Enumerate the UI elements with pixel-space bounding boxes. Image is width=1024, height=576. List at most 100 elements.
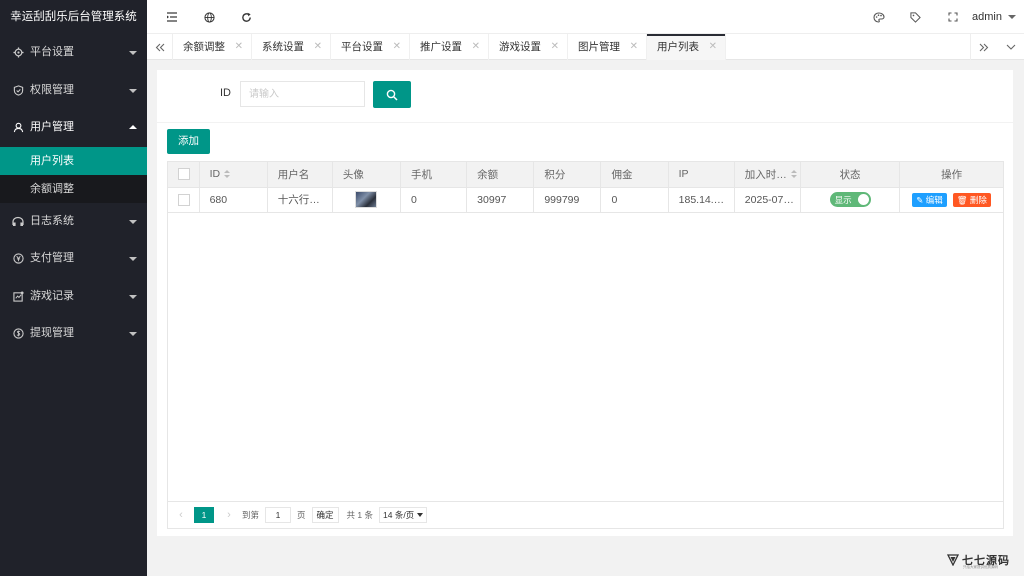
theme-palette-icon[interactable] xyxy=(867,0,891,34)
cell-status: 显示 xyxy=(800,187,901,213)
chevron-down-icon xyxy=(129,51,137,55)
chevron-down-icon xyxy=(129,332,137,336)
divider xyxy=(157,122,1013,123)
close-icon[interactable]: ✕ xyxy=(551,34,559,60)
tab-label: 用户列表 xyxy=(657,41,699,53)
tag-icon[interactable] xyxy=(903,0,927,34)
cell-commission: 0 xyxy=(600,187,669,213)
close-icon[interactable]: ✕ xyxy=(314,34,322,60)
menu-fold-icon[interactable] xyxy=(160,0,184,34)
sidebar-item-label: 游戏记录 xyxy=(30,289,74,302)
edit-button[interactable]: ✎ 编辑 xyxy=(912,192,947,207)
tab-label: 图片管理 xyxy=(578,41,620,53)
next-page-icon[interactable]: › xyxy=(222,507,236,523)
search-id-label: ID xyxy=(220,87,231,99)
sidebar-item-user-management[interactable]: 用户管理 xyxy=(0,109,147,147)
toggle-knob xyxy=(857,194,869,205)
tab-label: 推广设置 xyxy=(420,41,462,53)
tab-promotion-settings[interactable]: 推广设置 ✕ xyxy=(410,34,489,60)
tab-balance-adjust[interactable]: 余额调整 ✕ xyxy=(173,34,252,60)
search-id-input[interactable] xyxy=(240,81,365,107)
sidebar-item-log-system[interactable]: 日志系统 xyxy=(0,203,147,241)
refresh-icon[interactable] xyxy=(234,0,258,34)
user-menu[interactable]: admin xyxy=(972,0,1002,34)
sort-icon[interactable] xyxy=(790,170,797,179)
goto-confirm-button[interactable]: 确定 xyxy=(311,507,339,523)
tab-menu-chevron-down-icon[interactable] xyxy=(998,34,1024,60)
close-icon[interactable]: ✕ xyxy=(393,34,401,60)
column-header-joined[interactable]: 加入时… xyxy=(734,162,801,188)
sidebar: 幸运刮刮乐后台管理系统 平台设置 权限管理 用户管理 用户列表 余额调整 日志系… xyxy=(0,0,147,576)
sidebar-item-label: 支付管理 xyxy=(30,252,74,264)
tab-user-list[interactable]: 用户列表 ✕ xyxy=(647,34,726,60)
close-icon[interactable]: ✕ xyxy=(235,34,243,60)
sidebar-subitem-balance-adjust[interactable]: 余额调整 xyxy=(0,175,147,203)
sidebar-item-label: 用户管理 xyxy=(30,121,74,133)
payment-icon xyxy=(12,240,24,278)
delete-button[interactable]: 🗑 删除 xyxy=(952,192,991,207)
search-icon xyxy=(386,89,398,101)
sidebar-item-game-records[interactable]: 游戏记录 xyxy=(0,278,147,316)
column-header-id[interactable]: ID xyxy=(199,162,268,188)
fullscreen-icon[interactable] xyxy=(941,0,965,34)
sidebar-item-label: 平台设置 xyxy=(30,46,74,58)
select-all-checkbox[interactable] xyxy=(178,168,190,181)
top-header: admin xyxy=(147,0,1024,34)
tab-image-management[interactable]: 图片管理 ✕ xyxy=(568,34,647,60)
column-header-avatar: 头像 xyxy=(332,162,402,188)
tab-list: 余额调整 ✕ 系统设置 ✕ 平台设置 ✕ 推广设置 ✕ 游戏设置 ✕ 图片管理 ✕ 用户列表… xyxy=(173,34,726,60)
watermark-logo: 七七源码 只给大家提供优质源码 xyxy=(947,552,1010,569)
avatar[interactable] xyxy=(355,191,378,208)
column-header-status: 状态 xyxy=(800,162,901,188)
chevron-down-icon xyxy=(129,88,137,93)
cell-username: 十六行… xyxy=(267,187,333,213)
delete-label: 删除 xyxy=(969,194,987,205)
add-button[interactable]: 添加 xyxy=(167,129,210,154)
column-header-actions: 操作 xyxy=(899,162,1003,188)
sidebar-item-withdrawals[interactable]: 提现管理 xyxy=(0,315,147,353)
close-icon[interactable]: ✕ xyxy=(709,34,717,60)
page-current[interactable]: 1 xyxy=(194,507,214,523)
chevron-down-icon xyxy=(129,257,137,261)
tab-label: 余额调整 xyxy=(183,41,225,53)
column-header-phone: 手机 xyxy=(400,162,468,188)
pagination: ‹ 1 › 到第 页 确定 共 1 条 14 条/页 xyxy=(168,501,1003,528)
page-unit-label: 页 xyxy=(297,510,306,520)
tab-scroll-left-icon[interactable] xyxy=(147,34,173,60)
sidebar-item-label: 日志系统 xyxy=(30,214,74,227)
row-checkbox[interactable] xyxy=(178,193,190,206)
sidebar-item-payment[interactable]: 支付管理 xyxy=(0,240,147,278)
table-row: 680 十六行… 0 30997 999799 0 185.14.… 2025-… xyxy=(168,187,1003,213)
search-button[interactable] xyxy=(373,81,411,108)
cell-id: 680 xyxy=(199,187,268,213)
cell-avatar xyxy=(332,187,402,213)
column-header-username: 用户名 xyxy=(267,162,333,188)
goto-label: 到第 xyxy=(242,510,260,520)
cell-actions: ✎ 编辑 🗑 删除 xyxy=(899,187,1003,213)
tab-label: 平台设置 xyxy=(341,41,383,53)
chevron-down-icon xyxy=(417,513,424,517)
pencil-icon: ✎ xyxy=(916,194,924,205)
tab-system-settings[interactable]: 系统设置 ✕ xyxy=(252,34,331,60)
column-header-balance: 余额 xyxy=(466,162,535,188)
app-title: 幸运刮刮乐后台管理系统 xyxy=(0,0,147,34)
goto-page-input[interactable] xyxy=(265,507,292,523)
sidebar-item-permissions[interactable]: 权限管理 xyxy=(0,72,147,110)
chevron-up-icon xyxy=(129,125,137,129)
total-count: 共 1 条 xyxy=(346,510,373,520)
sort-icon[interactable] xyxy=(224,169,231,179)
close-icon[interactable]: ✕ xyxy=(630,34,638,60)
row-select-cell xyxy=(168,187,200,213)
close-icon[interactable]: ✕ xyxy=(472,34,480,60)
user-icon xyxy=(12,109,24,147)
tab-scroll-right-icon[interactable] xyxy=(970,34,996,60)
sidebar-item-platform-settings[interactable]: 平台设置 xyxy=(0,34,147,72)
globe-icon[interactable] xyxy=(197,0,221,34)
page-size-select[interactable]: 14 条/页 xyxy=(379,507,428,523)
tab-game-settings[interactable]: 游戏设置 ✕ xyxy=(489,34,568,60)
tab-platform-settings[interactable]: 平台设置 ✕ xyxy=(331,34,410,60)
cell-ip: 185.14.… xyxy=(668,187,735,213)
sidebar-subitem-user-list[interactable]: 用户列表 xyxy=(0,146,147,175)
prev-page-icon[interactable]: ‹ xyxy=(174,507,188,523)
status-toggle[interactable]: 显示 xyxy=(829,192,871,207)
